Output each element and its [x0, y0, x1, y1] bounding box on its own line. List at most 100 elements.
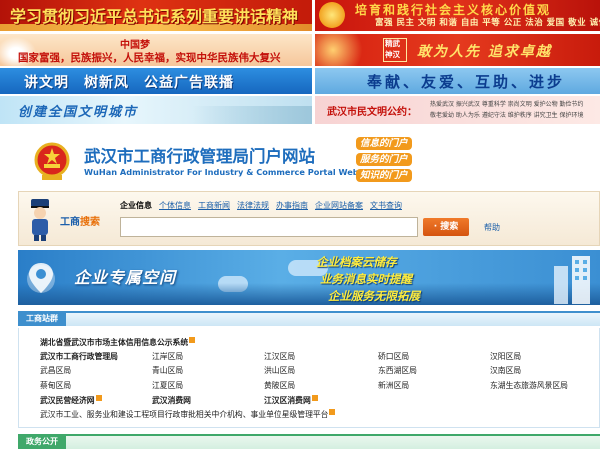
banner-text: 中国梦: [120, 40, 150, 51]
site-link-label: 汉南区局: [490, 366, 522, 375]
banner-civilized-city[interactable]: 创建全国文明城市: [0, 96, 312, 124]
banner-text: 讲文明 树新风 公益广告联播: [24, 75, 234, 91]
site-link-label: 硚口区局: [378, 352, 410, 361]
search-tab[interactable]: 文书查询: [370, 200, 402, 211]
site-link[interactable]: 硚口区局: [378, 351, 409, 362]
seal-text: 精武: [385, 39, 400, 48]
search-handle-text: 工商: [60, 217, 80, 228]
site-link[interactable]: 江汉区局: [264, 351, 295, 362]
site-link[interactable]: 武昌区局: [40, 365, 71, 376]
site-link[interactable]: 江夏区局: [152, 380, 183, 391]
banner-china-dream[interactable]: 中国梦 国家富强，民族振兴，人民幸福，实现中华民族伟大复兴: [0, 34, 312, 66]
enterprise-feature-3: 企业服务无限拓展: [328, 289, 420, 303]
site-link-label: 东湖生态旅游风景区局: [490, 381, 568, 390]
site-link[interactable]: 东西湖区局: [378, 365, 417, 376]
site-link[interactable]: 江汉区消费网: [264, 395, 318, 406]
site-link[interactable]: 湖北省暨武汉市市场主体信用信息公示系统: [40, 337, 196, 348]
banner-text: 奉献、友爱、互助、进步: [367, 73, 566, 91]
gate-knowledge: 知识的门户: [356, 169, 412, 182]
site-link-label: 江汉区局: [264, 352, 296, 361]
search-tab[interactable]: 法律法规: [237, 200, 269, 211]
banner-text: 敢为人先 追求卓越: [417, 44, 552, 60]
search-tab[interactable]: 工商新闻: [198, 200, 230, 211]
skyline-decoration: [192, 106, 312, 124]
site-link-label: 武汉市工商行政管理局: [40, 352, 118, 361]
site-link-label: 武汉市工业、服务业和建设工程项目行政审批相关中介机构、事业单位星级管理平台: [40, 410, 329, 419]
site-link[interactable]: 蔡甸区局: [40, 380, 71, 391]
site-link[interactable]: 武汉消费网: [152, 395, 191, 406]
site-link[interactable]: 新洲区局: [378, 380, 409, 391]
site-link-label: 新洲区局: [378, 381, 410, 390]
site-link[interactable]: 汉南区局: [490, 365, 521, 376]
banner-subtext: 热爱武汉 振兴武汉 尊重科学 崇尚文明 爱护公物 勤俭节约: [430, 101, 584, 108]
site-link[interactable]: 青山区局: [152, 365, 183, 376]
site-link-label: 蔡甸区局: [40, 381, 72, 390]
banner-volunteer[interactable]: 奉献、友爱、互助、进步: [315, 68, 600, 94]
banner-citizen-convention[interactable]: 武汉市民文明公约： 热爱武汉 振兴武汉 尊重科学 崇尚文明 爱护公物 勤俭节约 …: [315, 96, 600, 124]
site-link[interactable]: 洪山区局: [264, 365, 295, 376]
site-link[interactable]: 武汉民营经济网: [40, 395, 102, 406]
banner-text: 学习贯彻习近平总书记系列重要讲话精神: [10, 7, 299, 26]
banner-text: 武汉市民文明公约：: [327, 107, 417, 118]
banner-text: 创建全国文明城市: [18, 105, 139, 120]
police-mascot-icon: [31, 199, 49, 241]
search-handle-text2: 搜索: [80, 217, 100, 228]
banner-core-values[interactable]: 培育和践行社会主义核心价值观 富强 民主 文明 和谐 自由 平等 公正 法治 爱…: [315, 0, 600, 31]
banner-subtext: 国家富强，民族振兴，人民幸福，实现中华民族伟大复兴: [18, 52, 281, 64]
section-title: 工商站群: [18, 311, 66, 326]
sun-decoration: [319, 2, 345, 28]
section-header-affairs: 政务公开: [18, 434, 600, 449]
site-link-label: 汉阳区局: [490, 352, 522, 361]
new-badge-icon: [189, 337, 196, 343]
search-button[interactable]: · 搜索: [423, 218, 469, 236]
site-link[interactable]: 武汉市工业、服务业和建设工程项目行政审批相关中介机构、事业单位星级管理平台: [40, 409, 336, 420]
search-tab[interactable]: 企业信息: [120, 200, 152, 211]
site-title: 武汉市工商行政管理局门户网站: [84, 147, 315, 166]
national-emblem-icon: [34, 142, 70, 180]
site-link-label: 东西湖区局: [378, 366, 417, 375]
new-badge-icon: [95, 395, 102, 401]
site-link-label: 洪山区局: [264, 366, 296, 375]
site-subtitle: WuHan Administrator For Industry & Comme…: [84, 167, 376, 177]
building-icon: [554, 256, 590, 304]
site-link-label: 江汉区消费网: [264, 396, 311, 405]
site-link[interactable]: 江岸区局: [152, 351, 183, 362]
banner-subtext: 敬老爱幼 助人为乐 遵纪守法 维护秩序 讲究卫生 保护环境: [430, 112, 584, 119]
search-tab[interactable]: 办事指南: [276, 200, 308, 211]
gate-service: 服务的门户: [356, 153, 412, 166]
banner-study-speech[interactable]: 学习贯彻习近平总书记系列重要讲话精神: [0, 0, 312, 31]
site-link[interactable]: 武汉市工商行政管理局: [40, 351, 118, 362]
glow-decoration: [315, 34, 375, 66]
site-link-label: 青山区局: [152, 366, 184, 375]
section-header-sites: 工商站群: [18, 311, 600, 326]
help-link[interactable]: 帮助: [484, 222, 500, 233]
search-tab[interactable]: 企业网站备案: [315, 200, 363, 211]
section-title: 政务公开: [18, 434, 66, 449]
enterprise-space-title: 企业专属空间: [74, 268, 177, 287]
site-link-label: 湖北省暨武汉市市场主体信用信息公示系统: [40, 338, 189, 347]
site-link-label: 武汉民营经济网: [40, 396, 95, 405]
new-badge-icon: [311, 395, 318, 401]
site-link-label: 江夏区局: [152, 381, 184, 390]
new-badge-icon: [329, 409, 336, 415]
search-tabs: 企业信息 个体信息 工商新闻 法律法规 办事指南 企业网站备案 文书查询: [120, 200, 409, 211]
search-input[interactable]: [120, 217, 418, 237]
enterprise-feature-2: 业务消息实时提醒: [320, 272, 412, 286]
seal-text: 神汉: [385, 50, 400, 59]
banner-public-ads[interactable]: 讲文明 树新风 公益广告联播: [0, 68, 312, 94]
search-tab[interactable]: 个体信息: [159, 200, 191, 211]
portal-page: 学习贯彻习近平总书记系列重要讲话精神 培育和践行社会主义核心价值观 富强 民主 …: [0, 0, 600, 455]
site-link[interactable]: 汉阳区局: [490, 351, 521, 362]
site-link-label: 黄陂区局: [264, 381, 296, 390]
site-link[interactable]: 黄陂区局: [264, 380, 295, 391]
search-handle: 工商搜索: [60, 213, 100, 228]
site-link[interactable]: 东湖生态旅游风景区局: [490, 380, 568, 391]
gate-info: 信息的门户: [356, 137, 412, 150]
site-link-label: 江岸区局: [152, 352, 184, 361]
banner-wuhan-spirit[interactable]: 精武 神汉 敢为人先 追求卓越: [315, 34, 600, 66]
enterprise-feature-1: 企业档案云储存: [316, 255, 397, 269]
banner-subtext: 富强 民主 文明 和谐 自由 平等 公正 法治 爱国 敬业 诚信 友善: [375, 18, 600, 28]
site-link-label: 武汉消费网: [152, 396, 191, 405]
site-link-label: 武昌区局: [40, 366, 72, 375]
location-pin-icon: [27, 263, 55, 293]
